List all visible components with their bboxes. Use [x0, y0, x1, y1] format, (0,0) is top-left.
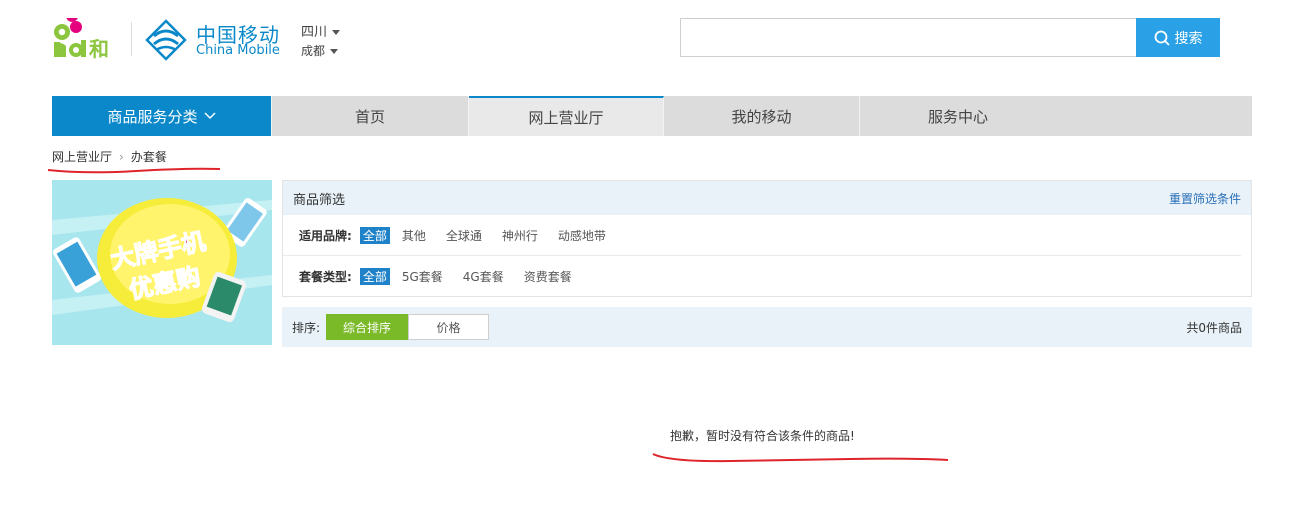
brand-filter-label: 适用品牌:: [299, 228, 352, 243]
province-label: 四川: [301, 25, 328, 40]
search-button[interactable]: 搜索: [1136, 18, 1220, 57]
nav-category-menu[interactable]: 商品服务分类: [52, 96, 272, 136]
nav-item-online-hall[interactable]: 网上营业厅: [469, 96, 664, 136]
red-annotation-underline: [652, 453, 949, 463]
caret-down-icon: [332, 30, 341, 35]
breadcrumb-current: 办套餐: [130, 150, 167, 164]
brand-option-all[interactable]: 全部: [359, 226, 390, 244]
product-count: 共0件商品: [1186, 320, 1242, 335]
caret-down-icon: [330, 49, 339, 54]
sort-bar: 排序: 综合排序 价格 共0件商品: [282, 307, 1252, 347]
plan-type-option-5g[interactable]: 5G套餐: [402, 268, 443, 285]
brand-option-mzone[interactable]: 动感地带: [558, 227, 606, 244]
nav-item-service-center[interactable]: 服务中心: [860, 96, 1056, 136]
plan-type-option-all[interactable]: 全部: [359, 267, 390, 285]
brand-option-other[interactable]: 其他: [402, 227, 426, 244]
sort-price-button[interactable]: 价格: [408, 314, 490, 340]
search-input[interactable]: [680, 18, 1137, 57]
main-nav: 商品服务分类 首页 网上营业厅 我的移动 服务中心: [52, 96, 1252, 136]
promo-banner-art: 大牌手机 优惠购: [52, 180, 272, 345]
city-label: 成都: [301, 44, 326, 58]
city-selector[interactable]: 成都: [301, 42, 339, 59]
promo-banner[interactable]: 大牌手机 优惠购: [52, 180, 272, 345]
search-icon: [1154, 30, 1170, 46]
plan-type-filter-row: 套餐类型: 全部 5G套餐 4G套餐 资费套餐: [283, 255, 1241, 296]
brand-option-gotone[interactable]: 全球通: [446, 227, 482, 244]
breadcrumb-root-link[interactable]: 网上营业厅: [52, 150, 112, 164]
plan-type-option-tariff[interactable]: 资费套餐: [524, 268, 572, 285]
breadcrumb: 网上营业厅 › 办套餐: [52, 148, 167, 165]
filter-title: 商品筛选: [293, 192, 346, 208]
and-he-logo: 和: [54, 18, 109, 60]
search-button-label: 搜索: [1174, 30, 1203, 47]
province-selector[interactable]: 四川: [301, 21, 341, 40]
nav-item-home[interactable]: 首页: [272, 96, 469, 136]
filter-header: 商品筛选 重置筛选条件: [283, 181, 1251, 215]
he-logo-text: 和: [89, 37, 109, 60]
empty-result-message: 抱歉，暂时没有符合该条件的商品!: [670, 429, 855, 443]
nav-category-label: 商品服务分类: [107, 107, 198, 126]
brand-filter-row: 适用品牌: 全部 其他 全球通 神州行 动感地带: [283, 215, 1241, 255]
red-annotation-underline: [47, 167, 221, 174]
sort-default-button[interactable]: 综合排序: [326, 314, 409, 340]
reset-filter-link[interactable]: 重置筛选条件: [1169, 190, 1241, 207]
chevron-down-icon: [203, 112, 216, 120]
china-mobile-logo-icon: [145, 19, 187, 61]
brand-name-en: China Mobile: [196, 43, 280, 58]
sort-label: 排序:: [292, 320, 321, 335]
breadcrumb-separator: ›: [119, 150, 124, 164]
plan-type-option-4g[interactable]: 4G套餐: [463, 268, 504, 285]
product-filter: 商品筛选 重置筛选条件 适用品牌: 全部 其他 全球通 神州行 动感地带 套餐类…: [282, 180, 1252, 297]
plan-type-filter-label: 套餐类型:: [299, 269, 352, 284]
brand-option-easyown[interactable]: 神州行: [502, 227, 538, 244]
nav-item-my-mobile[interactable]: 我的移动: [664, 96, 860, 136]
logo-divider: [131, 22, 132, 56]
